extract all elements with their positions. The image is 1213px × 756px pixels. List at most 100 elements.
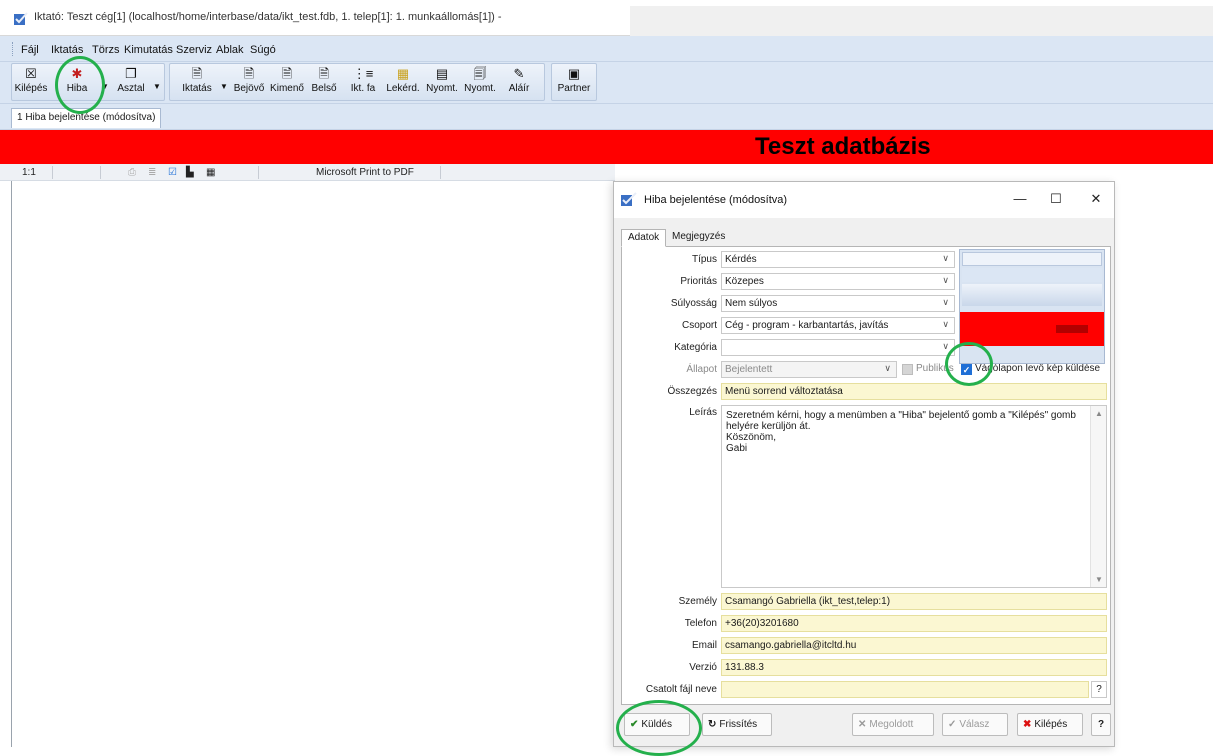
hiba-dropdown-arrow-icon[interactable]: ▼ (100, 82, 110, 92)
chevron-down-icon: ∨ (942, 275, 949, 285)
vagolap-label: Vágólapon levő kép küldése (975, 363, 1101, 374)
chevron-down-icon: ∨ (884, 363, 891, 373)
dialog-title-bar: Hiba bejelentése (módosítva) — ☐ ✕ (614, 182, 1114, 218)
checked-box-icon: ☑ (168, 167, 177, 178)
workspace-border (11, 181, 12, 747)
outgoing-document-icon: 🗎 (281, 66, 293, 81)
prioritas-select[interactable]: Közepes ∨ (721, 273, 955, 290)
status-separator (440, 166, 441, 179)
nyomt-toolbar-button-1[interactable]: ▤ Nyomt. (424, 66, 460, 100)
telefon-input[interactable]: +36(20)3201680 (721, 615, 1107, 632)
hiba-bejelentese-dialog: Hiba bejelentése (módosítva) — ☐ ✕ Adato… (613, 181, 1115, 747)
menu-fajl[interactable]: Fájl (21, 44, 39, 56)
asztal-toolbar-button[interactable]: ❐ Asztal (114, 66, 148, 100)
asztal-dropdown-arrow-icon[interactable]: ▼ (152, 82, 162, 92)
email-input[interactable]: csamango.gabriella@itcltd.hu (721, 637, 1107, 654)
kimeno-toolbar-button[interactable]: 🗎 Kimenő (269, 66, 305, 100)
kuldes-button[interactable]: ✔ Küldés (624, 713, 690, 736)
chevron-down-icon: ∨ (942, 297, 949, 307)
tab-adatok[interactable]: Adatok (621, 229, 667, 247)
document-tab-bar: 1 Hiba bejelentése (módosítva) (0, 104, 1213, 130)
dialog-checkmark-icon (621, 192, 637, 206)
frissites-button[interactable]: ↻ Frissítés (702, 713, 772, 736)
status-separator (258, 166, 259, 179)
nyomt-toolbar-button-2[interactable]: 🗐 Nyomt. (462, 66, 498, 100)
query-grid-icon: ▦ (396, 66, 410, 81)
csoport-label: Csoport (681, 320, 717, 331)
app-checkmark-icon (14, 12, 28, 25)
verzio-label: Verzió (689, 662, 717, 673)
vagolap-checkbox[interactable]: ✓ (961, 364, 972, 375)
tab-megjegyzes[interactable]: Megjegyzés (666, 229, 731, 247)
tab-hiba-bejelentese[interactable]: 1 Hiba bejelentése (módosítva) (11, 108, 162, 128)
csatolt-help-button[interactable]: ? (1091, 681, 1107, 698)
leiras-textarea[interactable]: Szeretném kérni, hogy a menümben a "Hiba… (721, 405, 1107, 588)
kilepes-toolbar-button[interactable]: ☒ Kilépés (14, 66, 48, 100)
allapot-label: Állapot (686, 364, 717, 375)
chevron-down-icon: ∨ (942, 341, 949, 351)
menu-szerviz[interactable]: Szerviz (176, 44, 212, 56)
status-bar: 1:1 ⎙ ≣ ☑ ▙ ▦ Microsoft Print to PDF (0, 164, 615, 181)
minimize-icon[interactable]: — (1012, 191, 1028, 207)
banner-text: Teszt adatbázis (755, 133, 931, 160)
scroll-down-icon[interactable]: ▼ (1095, 574, 1103, 585)
help-button[interactable]: ? (1091, 713, 1111, 736)
telefon-label: Telefon (684, 618, 717, 629)
csatolt-input[interactable] (721, 681, 1089, 698)
megoldott-button[interactable]: ✕ Megoldott (852, 713, 934, 736)
clipboard-image-preview (959, 249, 1105, 364)
bejovo-toolbar-button[interactable]: 🗎 Bejövő (231, 66, 267, 100)
sulyossag-select[interactable]: Nem súlyos ∨ (721, 295, 955, 312)
print-document-icon: 🗐 (473, 66, 487, 81)
menu-kimutatas[interactable]: Kimutatás (124, 44, 173, 56)
csoport-select[interactable]: Cég - program - karbantartás, javítás ∨ (721, 317, 955, 334)
kategoria-select[interactable]: ∨ (721, 339, 955, 356)
iktfa-toolbar-button[interactable]: ⋮≡ Ikt. fa (345, 66, 381, 100)
preview-red-banner (960, 312, 1104, 346)
printer-name: Microsoft Print to PDF (316, 167, 414, 178)
preview-toolbar-strip (962, 284, 1102, 306)
dialog-title: Hiba bejelentése (módosítva) (644, 194, 788, 206)
title-bar-background (630, 6, 1213, 36)
cursor-position: 1:1 (22, 167, 36, 178)
tipus-select[interactable]: Kérdés ∨ (721, 251, 955, 268)
save-icon: ▙ (186, 167, 194, 178)
partner-book-icon: ▣ (567, 66, 581, 81)
menu-grip (12, 42, 15, 56)
menu-ablak[interactable]: Ablak (216, 44, 244, 56)
list-icon: ≣ (148, 167, 157, 178)
partner-toolbar-button[interactable]: ▣ Partner (556, 66, 592, 100)
document-icon: 🗎 (191, 66, 203, 81)
prioritas-label: Prioritás (680, 276, 717, 287)
alair-toolbar-button[interactable]: ✎ Aláír (502, 66, 536, 100)
menu-torzs[interactable]: Törzs (92, 44, 120, 56)
maximize-icon[interactable]: ☐ (1048, 191, 1064, 207)
print-icon: ⎙ (128, 167, 136, 178)
status-separator (100, 166, 101, 179)
main-title-bar: Iktató: Teszt cég[1] (localhost/home/int… (0, 0, 1213, 36)
x-icon: ✕ (858, 719, 867, 730)
publikus-checkbox[interactable] (902, 364, 913, 375)
verzio-input[interactable]: 131.88.3 (721, 659, 1107, 676)
iktatas-dropdown-arrow-icon[interactable]: ▼ (219, 82, 229, 92)
test-database-banner: Teszt adatbázis (0, 130, 1213, 164)
bug-icon: ✱ (71, 66, 83, 81)
iktatas-toolbar-button[interactable]: 🗎 Iktatás (177, 66, 217, 100)
hiba-toolbar-button[interactable]: ✱ Hiba (60, 66, 94, 100)
scroll-up-icon[interactable]: ▲ (1095, 408, 1103, 419)
belso-toolbar-button[interactable]: 🗎 Belső (308, 66, 340, 100)
email-label: Email (691, 640, 717, 651)
csatolt-label: Csatolt fájl neve (645, 684, 717, 695)
grid-icon: ▦ (206, 167, 216, 178)
kilepes-button[interactable]: ✖ Kilépés (1017, 713, 1083, 736)
window-title: Iktató: Teszt cég[1] (localhost/home/int… (34, 11, 502, 23)
refresh-icon: ↻ (708, 719, 717, 730)
szemely-input[interactable]: Csamangó Gabriella (ikt_test,telep:1) (721, 593, 1107, 610)
lekerd-toolbar-button[interactable]: ▦ Lekérd. (383, 66, 423, 100)
menu-sugo[interactable]: Súgó (250, 44, 276, 56)
close-icon[interactable]: ✕ (1088, 191, 1104, 207)
valasz-button[interactable]: ✓ Válasz (942, 713, 1008, 736)
osszegzes-input[interactable]: Menü sorrend változtatása (721, 383, 1107, 400)
menu-iktatas[interactable]: Iktatás (51, 44, 83, 56)
leiras-scrollbar[interactable]: ▲ ▼ (1090, 406, 1106, 587)
